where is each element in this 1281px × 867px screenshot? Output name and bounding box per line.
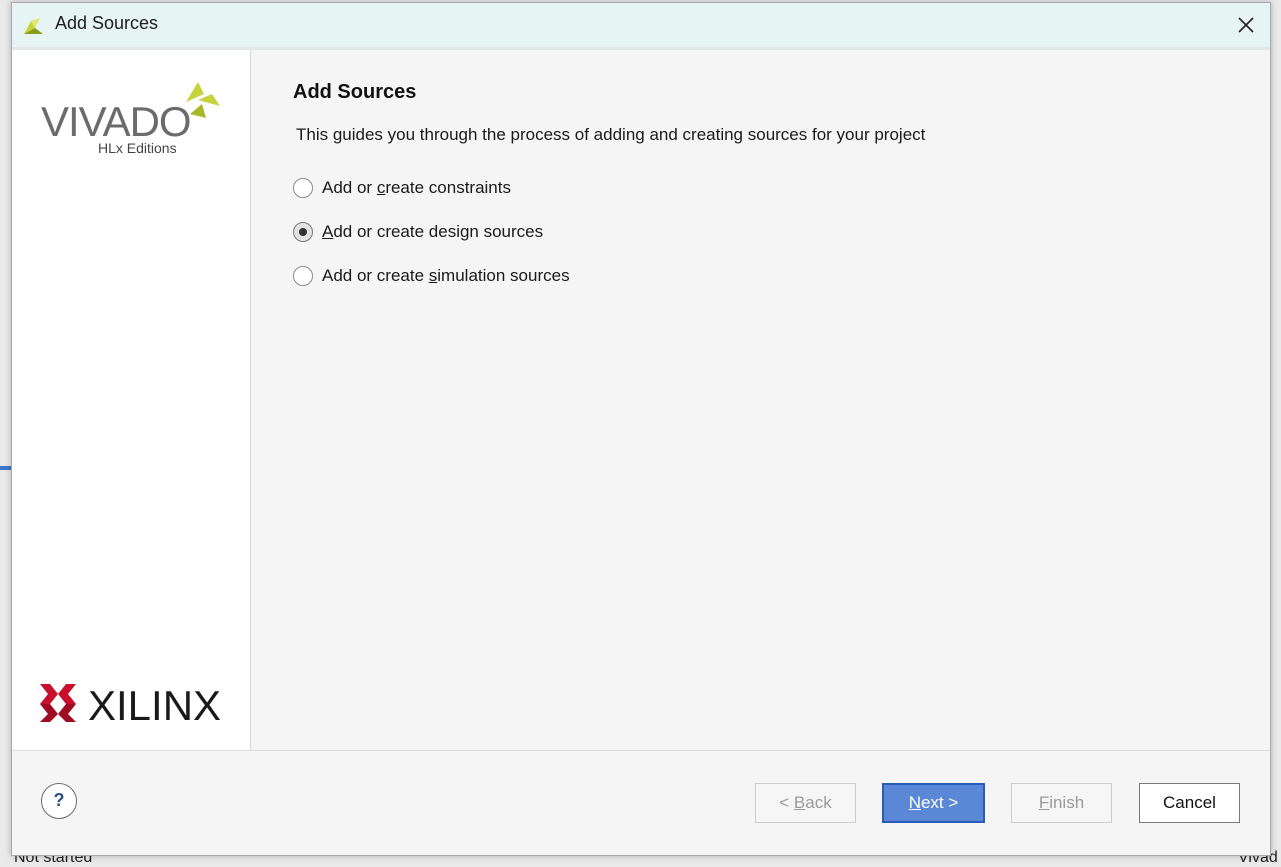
vivado-logo: VIVADO HLx Editions [41, 82, 220, 156]
page-heading: Add Sources [293, 81, 417, 103]
xilinx-logo-text: XILINX [88, 682, 221, 726]
add-sources-dialog: Add Sources VIVADO HLx Editions XILINX A… [11, 2, 1271, 856]
background-selection-bar [0, 466, 11, 470]
option-constraints[interactable]: Add or create constraints [293, 175, 511, 201]
option-design-sources-label: Add or create design sources [322, 222, 544, 241]
footer-divider [12, 750, 1270, 751]
vivado-logo-text: VIVADO [41, 98, 191, 145]
vivado-edition-text: HLx Editions [98, 140, 177, 156]
side-branding-panel: VIVADO HLx Editions XILINX [12, 50, 251, 750]
page-description: This guides you through the process of a… [296, 125, 926, 144]
cancel-button[interactable]: Cancel [1139, 783, 1240, 823]
radio-constraints[interactable] [293, 178, 313, 198]
help-button[interactable]: ? [41, 783, 77, 819]
finish-button[interactable]: Finish [1011, 783, 1112, 823]
option-constraints-label: Add or create constraints [322, 178, 511, 197]
title-bar[interactable]: Add Sources [12, 3, 1270, 50]
radio-design-sources[interactable] [293, 222, 313, 242]
option-simulation-sources[interactable]: Add or create simulation sources [293, 263, 570, 289]
next-button[interactable]: Next > [882, 783, 985, 823]
option-simulation-sources-label: Add or create simulation sources [322, 266, 570, 285]
vivado-app-icon [24, 18, 43, 34]
close-button[interactable] [1230, 9, 1262, 41]
radio-simulation-sources[interactable] [293, 266, 313, 286]
option-design-sources[interactable]: Add or create design sources [293, 219, 543, 245]
xilinx-logo: XILINX [40, 682, 221, 726]
back-button[interactable]: < Back [755, 783, 856, 823]
close-icon [1238, 17, 1254, 33]
window-title: Add Sources [55, 13, 159, 33]
